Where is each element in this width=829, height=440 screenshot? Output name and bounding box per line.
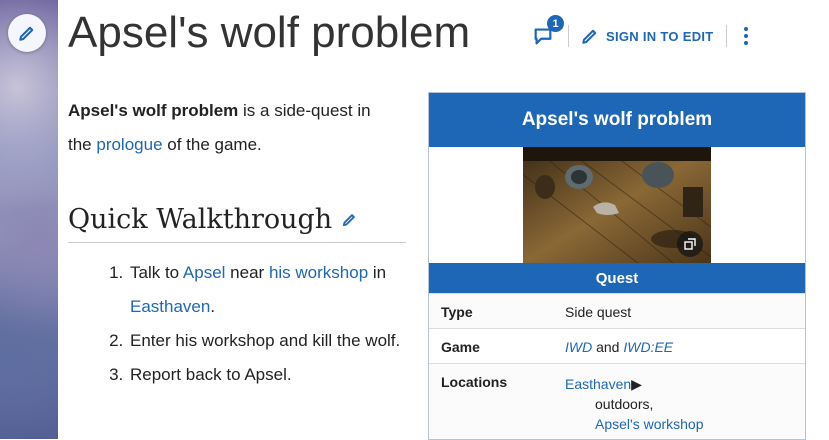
arrow-right-icon: ▶ — [631, 376, 642, 392]
pencil-icon — [19, 26, 34, 41]
link-easthaven[interactable]: Easthaven — [130, 297, 210, 316]
expand-icon[interactable] — [677, 231, 703, 257]
row-value: Easthaven▶ outdoors, Apsel's workshop — [555, 364, 805, 438]
comment-count-badge: 1 — [547, 15, 564, 32]
intro-text: of the game. — [162, 135, 262, 154]
sign-in-label: SIGN IN TO EDIT — [606, 28, 714, 44]
infobox-image-wrap — [429, 147, 805, 263]
row-label: Locations — [441, 374, 508, 390]
link-prologue[interactable]: prologue — [96, 135, 162, 154]
infobox-title: Apsel's wolf problem — [429, 93, 805, 147]
infobox-row-game: Game IWD and IWD:EE — [429, 328, 805, 363]
walkthrough-list: Talk to Apsel near his workshop in Easth… — [68, 256, 458, 392]
edit-fab-button[interactable] — [8, 14, 46, 52]
row-value: IWD and IWD:EE — [565, 339, 674, 355]
link-iwd[interactable]: IWD — [565, 339, 592, 355]
link-easthaven[interactable]: Easthaven — [565, 376, 631, 392]
intro-bold-title: Apsel's wolf problem — [68, 101, 239, 120]
link-apsel[interactable]: Apsel — [183, 263, 226, 282]
pencil-icon[interactable] — [342, 212, 357, 227]
intro-paragraph: Apsel's wolf problem is a side-quest in … — [68, 94, 398, 162]
infobox-section-header: Quest — [429, 263, 805, 293]
list-item: Report back to Apsel. — [128, 358, 458, 392]
infobox: Apsel's wolf problem Quest Type Side que… — [428, 92, 806, 440]
list-item: Enter his workshop and kill the wolf. — [128, 324, 458, 358]
link-his-workshop[interactable]: his workshop — [269, 263, 368, 282]
link-iwd-ee[interactable]: IWD:EE — [623, 339, 673, 355]
row-label: Game — [441, 339, 480, 355]
list-item: Talk to Apsel near his workshop in Easth… — [128, 256, 458, 324]
infobox-row-type: Type Side quest — [429, 293, 805, 328]
divider — [568, 25, 569, 47]
row-value: Side quest — [565, 304, 632, 320]
page-title: Apsel's wolf problem — [68, 8, 471, 57]
quest-image[interactable] — [523, 147, 711, 263]
divider — [725, 25, 727, 47]
more-vertical-icon[interactable] — [743, 27, 749, 45]
section-heading: Quick Walkthrough — [68, 196, 406, 243]
header-tools: 1 SIGN IN TO EDIT — [530, 15, 749, 54]
section-heading-text: Quick Walkthrough — [68, 203, 333, 235]
location-sub: outdoors, — [595, 396, 654, 412]
link-apsels-workshop[interactable]: Apsel's workshop — [595, 416, 704, 432]
sign-in-to-edit-button[interactable]: SIGN IN TO EDIT — [581, 27, 714, 45]
pencil-icon — [582, 29, 597, 44]
infobox-row-locations: Locations Easthaven▶ outdoors, Apsel's w… — [429, 363, 805, 438]
background-art — [0, 0, 58, 439]
row-label: Type — [441, 304, 473, 320]
comments-button[interactable]: 1 — [530, 15, 564, 49]
